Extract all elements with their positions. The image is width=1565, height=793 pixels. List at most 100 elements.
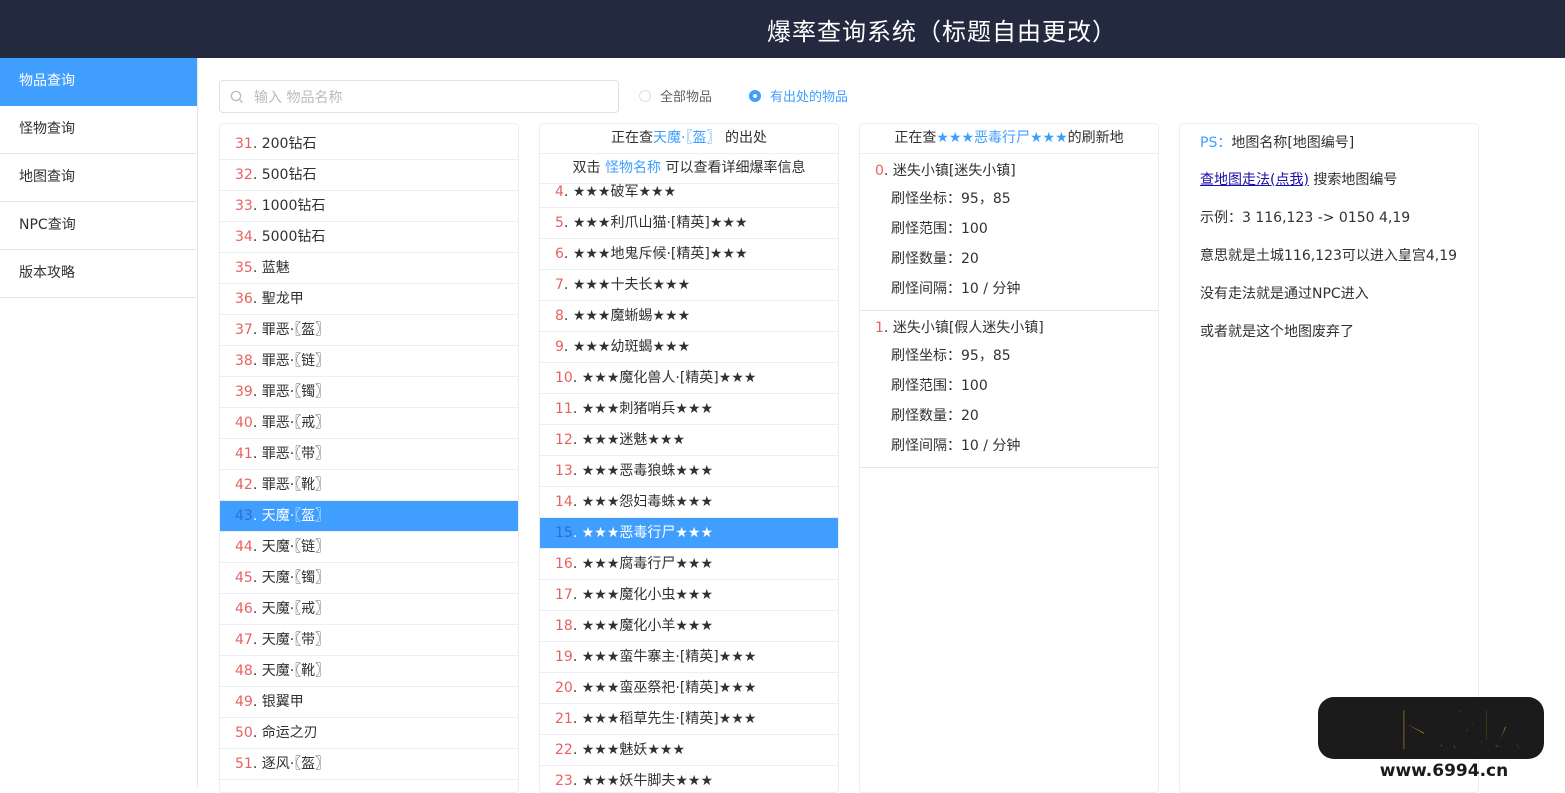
monster-row-number: 11: [555, 401, 573, 417]
monster-row[interactable]: 9. ★★★幼斑蝎★★★: [540, 332, 838, 363]
item-row[interactable]: 34. 5000钻石: [220, 222, 518, 253]
item-row[interactable]: 49. 银翼甲: [220, 687, 518, 718]
item-row[interactable]: 37. 罪恶·〖盔〗: [220, 315, 518, 346]
monster-row[interactable]: 14. ★★★怨妇毒蛛★★★: [540, 487, 838, 518]
item-row-name: 天魔·〖镯〗: [261, 570, 330, 586]
item-row[interactable]: 36. 聖龙甲: [220, 284, 518, 315]
map-route-link[interactable]: 查地图走法(点我): [1200, 172, 1309, 188]
forum-logo-watermark: 萝卜论坛 www.6994.cn: [1318, 697, 1544, 781]
item-row[interactable]: 41. 罪恶·〖带〗: [220, 439, 518, 470]
item-row-name: 银翼甲: [261, 694, 304, 710]
item-row[interactable]: 40. 罪恶·〖戒〗: [220, 408, 518, 439]
monster-row-name: ★★★稻草先生·[精英]★★★: [581, 711, 757, 727]
item-row-number: 45: [235, 570, 253, 586]
monster-row[interactable]: 7. ★★★十夫长★★★: [540, 270, 838, 301]
item-row[interactable]: 44. 天魔·〖链〗: [220, 532, 518, 563]
spawn-header-suffix: 的刷新地: [1067, 130, 1124, 146]
sidebar-item-version-guide[interactable]: 版本攻略: [0, 250, 197, 298]
monster-row-name: ★★★魔化兽人·[精英]★★★: [581, 370, 757, 386]
item-row[interactable]: 33. 1000钻石: [220, 191, 518, 222]
item-row[interactable]: 39. 罪恶·〖镯〗: [220, 377, 518, 408]
item-row-number: 50: [235, 725, 253, 741]
logo-text: 萝卜论坛: [1339, 704, 1523, 758]
monster-row[interactable]: 21. ★★★稻草先生·[精英]★★★: [540, 704, 838, 735]
item-row[interactable]: 46. 天魔·〖戒〗: [220, 594, 518, 625]
monster-row[interactable]: 18. ★★★魔化小羊★★★: [540, 611, 838, 642]
item-row-number: 37: [235, 322, 253, 338]
monster-row[interactable]: 15. ★★★恶毒行尸★★★: [540, 518, 838, 549]
ps-label: PS：: [1200, 135, 1232, 151]
monster-row-name: ★★★恶毒狼蛛★★★: [581, 463, 714, 479]
spawn-header-prefix: 正在查: [894, 130, 937, 146]
monster-row[interactable]: 16. ★★★腐毒行尸★★★: [540, 549, 838, 580]
item-row[interactable]: 48. 天魔·〖靴〗: [220, 656, 518, 687]
radio-items-with-source[interactable]: 有出处的物品: [749, 86, 848, 105]
item-row-number: 35: [235, 260, 253, 276]
monster-row[interactable]: 10. ★★★魔化兽人·[精英]★★★: [540, 363, 838, 394]
spawn-interval-value: 10 / 分钟: [961, 438, 1021, 454]
spawn-interval: 刷怪间隔：10 / 分钟: [860, 431, 1158, 461]
monster-row-number: 12: [555, 432, 573, 448]
spawn-coords: 刷怪坐标：95，85: [860, 184, 1158, 214]
item-row-name: 罪恶·〖镯〗: [261, 384, 330, 400]
monster-row-name: ★★★魔化小虫★★★: [581, 587, 714, 603]
radio-items-with-source-label: 有出处的物品: [770, 90, 849, 105]
monster-row[interactable]: 12. ★★★迷魅★★★: [540, 425, 838, 456]
monster-row[interactable]: 13. ★★★恶毒狼蛛★★★: [540, 456, 838, 487]
sidebar-item-npc-query[interactable]: NPC查询: [0, 202, 197, 250]
monster-row[interactable]: 5. ★★★利爪山猫·[精英]★★★: [540, 208, 838, 239]
item-row-number: 36: [235, 291, 253, 307]
example-text: 示例：3 116,123 -> 0150 4,19: [1200, 210, 1411, 226]
search-input[interactable]: [252, 86, 606, 110]
monster-row-number: 9: [555, 339, 564, 355]
item-row[interactable]: 42. 罪恶·〖靴〗: [220, 470, 518, 501]
monster-header-item: 天魔·〖盔〗: [653, 130, 721, 146]
item-row[interactable]: 32. 500钻石: [220, 160, 518, 191]
item-row[interactable]: 45. 天魔·〖镯〗: [220, 563, 518, 594]
items-list-panel: 31. 200钻石 32. 500钻石 33. 1000钻石 34. 5000钻石 35…: [219, 123, 519, 793]
item-row[interactable]: 35. 蓝魅: [220, 253, 518, 284]
sidebar-item-monster-query[interactable]: 怪物查询: [0, 106, 197, 154]
item-row-number: 47: [235, 632, 253, 648]
monster-row-name: ★★★利爪山猫·[精英]★★★: [572, 215, 748, 231]
monster-row[interactable]: 17. ★★★魔化小虫★★★: [540, 580, 838, 611]
item-row[interactable]: 50. 命运之刃: [220, 718, 518, 749]
monster-row-number: 15: [555, 525, 573, 541]
item-row[interactable]: 51. 逐风·〖盔〗: [220, 749, 518, 780]
monster-row[interactable]: 19. ★★★蛮牛寨主·[精英]★★★: [540, 642, 838, 673]
item-row-number: 44: [235, 539, 253, 555]
monster-row[interactable]: 22. ★★★魅妖★★★: [540, 735, 838, 766]
radio-all-items[interactable]: 全部物品: [639, 86, 712, 105]
monster-row-number: 14: [555, 494, 573, 510]
sidebar-item-map-query[interactable]: 地图查询: [0, 154, 197, 202]
item-row-name: 500钻石: [261, 167, 317, 183]
monster-row-name: ★★★地鬼斥候·[精英]★★★: [572, 246, 748, 262]
item-row-name: 天魔·〖靴〗: [261, 663, 330, 679]
spawn-location-title: 迷失小镇[迷失小镇]: [892, 163, 1016, 179]
spawn-interval: 刷怪间隔：10 / 分钟: [860, 274, 1158, 304]
monster-row[interactable]: 8. ★★★魔蜥蜴★★★: [540, 301, 838, 332]
item-row[interactable]: 43. 天魔·〖盔〗: [220, 501, 518, 532]
radio-all-items-circle[interactable]: [639, 89, 651, 102]
item-row[interactable]: 31. 200钻石: [220, 129, 518, 160]
monster-row-number: 17: [555, 587, 573, 603]
item-row-name: 罪恶·〖链〗: [261, 353, 330, 369]
item-row[interactable]: 38. 罪恶·〖链〗: [220, 346, 518, 377]
monster-row[interactable]: 11. ★★★刺猪哨兵★★★: [540, 394, 838, 425]
monster-row[interactable]: 23. ★★★妖牛脚夫★★★: [540, 766, 838, 792]
spawn-location-name[interactable]: 0. 迷失小镇[迷失小镇]: [860, 158, 1158, 184]
item-row[interactable]: 47. 天魔·〖带〗: [220, 625, 518, 656]
item-row-name: 罪恶·〖带〗: [261, 446, 330, 462]
monster-row-number: 21: [555, 711, 573, 727]
sidebar-item-item-query[interactable]: 物品查询: [0, 58, 197, 106]
monster-row[interactable]: 20. ★★★蛮巫祭祀·[精英]★★★: [540, 673, 838, 704]
monster-row-name: ★★★腐毒行尸★★★: [581, 556, 714, 572]
radio-items-with-source-circle[interactable]: [749, 89, 761, 102]
monster-panel-header: 正在查天魔·〖盔〗 的出处: [540, 124, 838, 154]
monster-row[interactable]: 6. ★★★地鬼斥候·[精英]★★★: [540, 239, 838, 270]
monster-row-number: 10: [555, 370, 573, 386]
spawn-location-name[interactable]: 1. 迷失小镇[假人迷失小镇]: [860, 315, 1158, 341]
monster-row-name: ★★★迷魅★★★: [581, 432, 686, 448]
spawn-coords-value: 95，85: [961, 191, 1011, 207]
monster-row-number: 4: [555, 184, 564, 200]
